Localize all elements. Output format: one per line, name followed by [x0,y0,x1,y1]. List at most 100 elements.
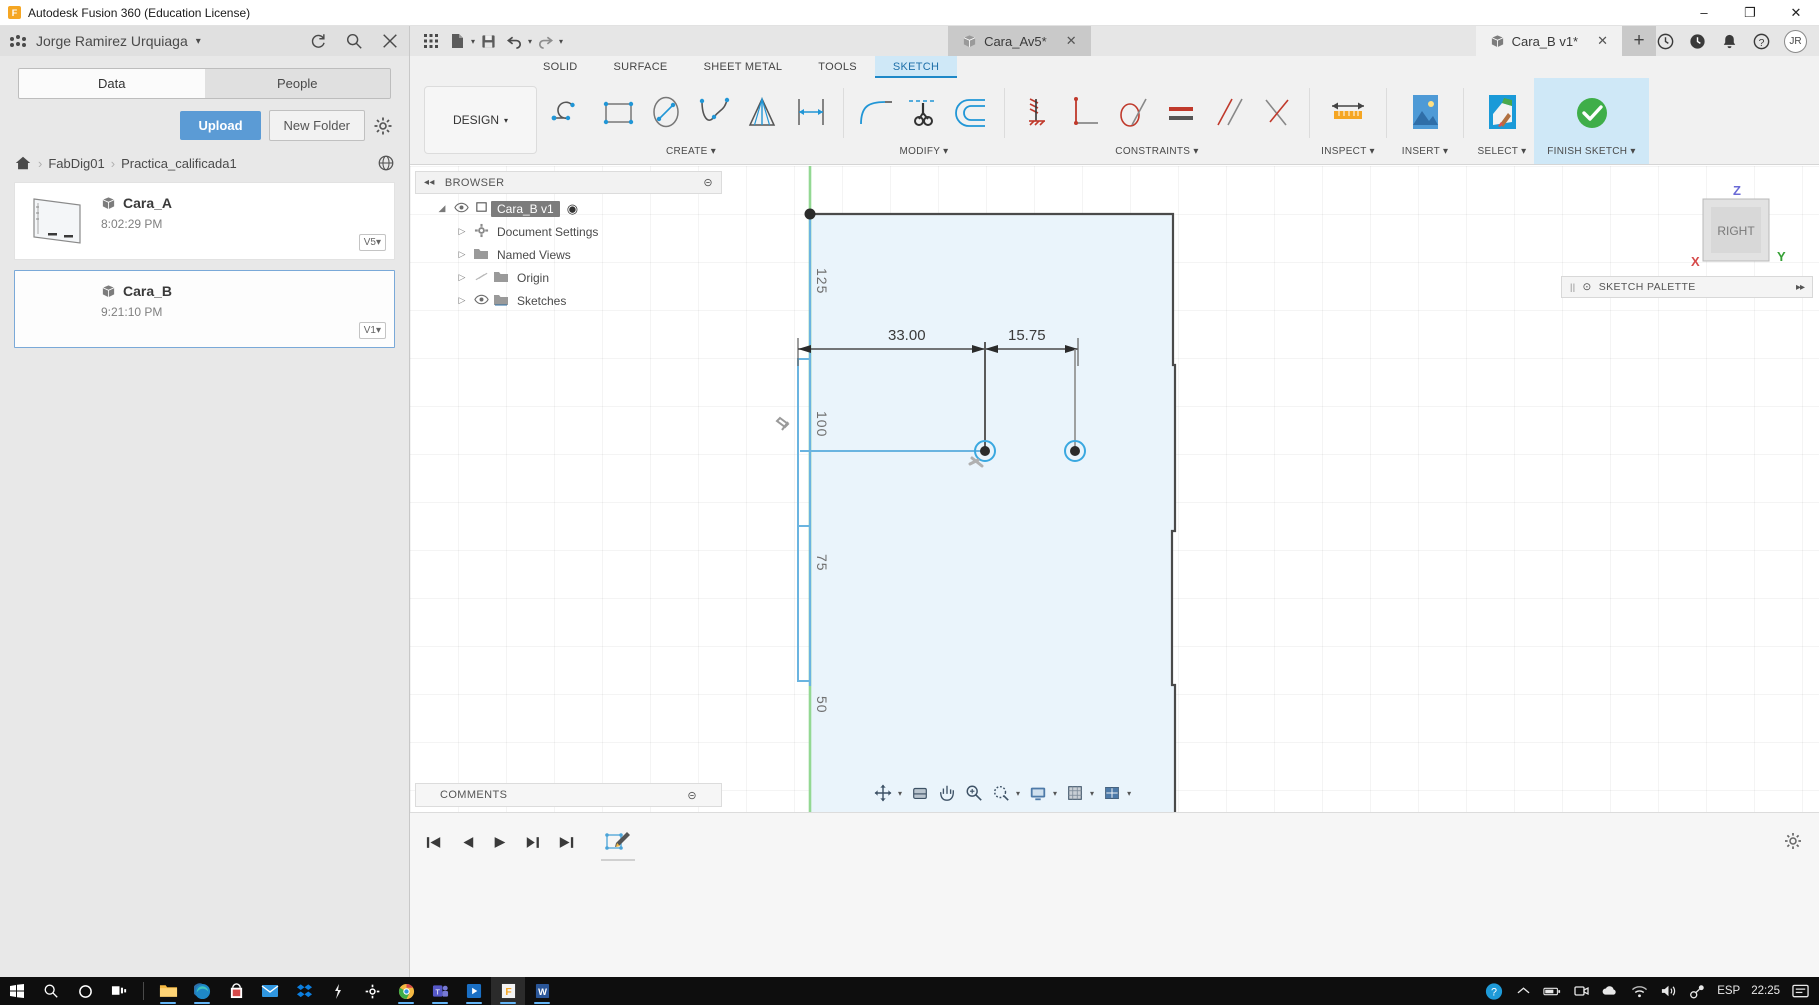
recent-icon[interactable] [1688,32,1707,51]
activate-component-icon[interactable]: ◉ [567,201,578,217]
skip-to-end-icon[interactable] [556,835,576,854]
help-blue-icon[interactable]: ? [1485,982,1503,1000]
tree-twisty-icon[interactable]: ▷ [453,272,471,283]
dimension-label-15-75[interactable]: 15.75 [1008,327,1046,344]
network-icon[interactable] [1688,982,1706,1000]
document-tab-cara-b[interactable]: Cara_B v1* ✕ [1475,26,1623,56]
workspace-selector[interactable]: DESIGN ▾ [424,86,537,154]
viewports-caret[interactable]: ▾ [1127,789,1131,798]
new-folder-button[interactable]: New Folder [268,110,365,141]
file-version-badge[interactable]: V1▾ [358,322,386,339]
ribbon-tab-sheet-metal[interactable]: SHEET METAL [686,56,801,78]
tree-item-origin[interactable]: ▷ Origin [415,266,722,289]
task-view-icon[interactable] [102,977,136,1005]
globe-icon[interactable] [377,154,395,172]
gear-icon[interactable] [373,116,393,136]
step-back-icon[interactable] [457,835,477,854]
comments-panel[interactable]: COMMENTS ⊝ [415,783,722,807]
pan-icon[interactable] [935,782,959,804]
tree-item-sketches[interactable]: ▷ Sketches [415,289,722,312]
eye-icon[interactable] [451,202,471,216]
help-icon[interactable]: ? [1752,32,1771,51]
play-icon[interactable] [490,835,510,854]
palette-expand-icon[interactable]: ▸▸ [1796,282,1805,293]
settings-icon[interactable] [355,977,389,1005]
search-icon[interactable] [345,32,363,50]
viewports-icon[interactable] [1100,782,1124,804]
polygon-icon[interactable] [741,88,785,138]
dimension-label-33[interactable]: 33.00 [888,327,926,344]
fillet-icon[interactable] [854,88,898,138]
tab-data[interactable]: Data [19,69,205,98]
dropbox-icon[interactable] [287,977,321,1005]
insert-image-icon[interactable] [1397,88,1453,138]
browser-options-icon[interactable]: ⊝ [703,176,713,189]
timeline-feature-sketch[interactable] [601,827,635,861]
select-icon[interactable] [1474,88,1530,138]
tree-twisty-icon[interactable]: ▷ [453,249,471,260]
onedrive-icon[interactable] [1601,982,1619,1000]
clock[interactable]: 22:25 [1751,985,1780,997]
ribbon-tab-surface[interactable]: SURFACE [596,56,686,78]
grid-apps-icon[interactable] [418,30,444,52]
fusion360-icon[interactable]: F [491,977,525,1005]
fit-icon[interactable] [989,782,1013,804]
perpendicular-icon[interactable] [1063,88,1107,138]
cortana-icon[interactable] [68,977,102,1005]
file-explorer-icon[interactable] [151,977,185,1005]
start-icon[interactable] [0,977,34,1005]
finish-sketch-check-icon[interactable] [1564,88,1620,138]
tree-twisty-icon[interactable]: ◢ [433,203,451,214]
step-forward-icon[interactable] [523,835,543,854]
edge-icon[interactable] [185,977,219,1005]
search-icon[interactable] [34,977,68,1005]
sketch-canvas[interactable]: 33.00 15.75 125 100 75 50 ◂◂ BROWSER ⊝ ◢ [410,166,1819,812]
skip-to-start-icon[interactable] [424,835,444,854]
tangent-icon[interactable] [1111,88,1155,138]
close-panel-icon[interactable] [381,32,399,50]
offset-icon[interactable] [950,88,994,138]
document-tab-close-icon[interactable]: ✕ [1066,33,1077,49]
display-caret[interactable]: ▾ [1053,789,1057,798]
file-card-cara-b[interactable]: Cara_B 9:21:10 PM V1▾ [14,270,395,348]
movies-tv-icon[interactable] [457,977,491,1005]
measure-icon[interactable] [1320,88,1376,138]
file-card-cara-a[interactable]: Cara_A 8:02:29 PM V5▾ [14,182,395,260]
teams-icon[interactable]: T [423,977,457,1005]
rectangle-icon[interactable] [597,88,641,138]
tree-twisty-icon[interactable]: ▷ [453,226,471,237]
redo-caret[interactable]: ▾ [559,37,563,46]
palette-grip[interactable]: || [1570,282,1575,292]
user-name[interactable]: Jorge Ramirez Urquiaga [36,33,188,49]
show-hidden-icons-icon[interactable] [1514,982,1532,1000]
action-center-icon[interactable] [1791,982,1809,1000]
line-icon[interactable] [549,88,593,138]
document-tab-close-icon[interactable]: ✕ [1597,33,1608,49]
eye-icon[interactable] [471,294,491,308]
parallel-icon[interactable] [1207,88,1251,138]
breadcrumb-item-fabdig01[interactable]: FabDig01 [48,156,104,171]
eye-hidden-icon[interactable] [471,271,491,285]
look-at-icon[interactable] [908,782,932,804]
timeline-settings-gear-icon[interactable] [1783,831,1803,851]
orbit-caret[interactable]: ▾ [898,789,902,798]
tree-twisty-icon[interactable]: ▷ [453,295,471,306]
spline-icon[interactable] [693,88,737,138]
maximize-button[interactable]: ❐ [1727,0,1773,26]
tab-people[interactable]: People [204,69,390,98]
upload-button[interactable]: Upload [180,111,261,140]
grid-caret[interactable]: ▾ [1090,789,1094,798]
meet-now-icon[interactable] [1572,982,1590,1000]
home-icon[interactable] [14,154,32,172]
display-settings-icon[interactable] [1026,782,1050,804]
microsoft-store-icon[interactable] [219,977,253,1005]
language-indicator[interactable]: ESP [1717,985,1740,997]
mail-icon[interactable] [253,977,287,1005]
grid-snaps-icon[interactable] [1063,782,1087,804]
notifications-icon[interactable] [1720,32,1739,51]
refresh-icon[interactable] [309,32,327,50]
browser-collapse-icon[interactable]: ◂◂ [424,177,435,188]
ribbon-group-finish-sketch[interactable]: FINISH SKETCH ▾ [1534,78,1649,164]
equal-icon[interactable] [1159,88,1203,138]
dimension-icon[interactable] [789,88,833,138]
